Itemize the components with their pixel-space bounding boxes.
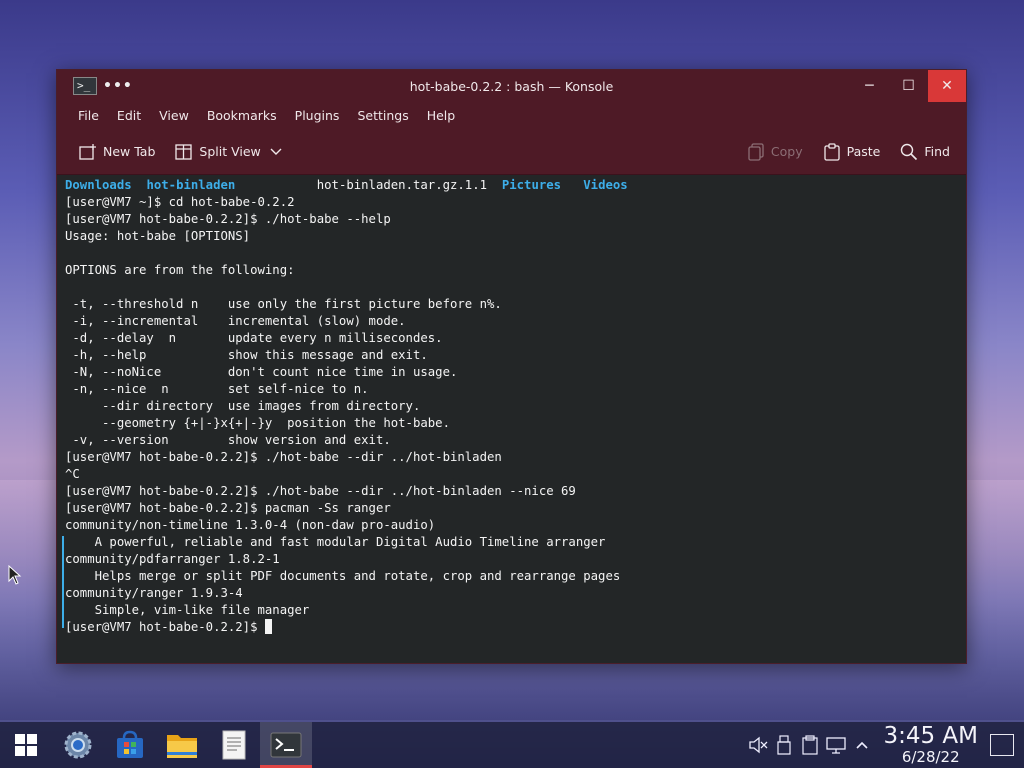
ls-dir-hot-binladen: hot-binladen <box>146 178 236 192</box>
terminal-line: [user@VM7 hot-babe-0.2.2]$ ./hot-babe --… <box>65 450 502 464</box>
ls-dir-videos: Videos <box>583 178 628 192</box>
copy-icon <box>748 142 764 161</box>
discover-store-icon <box>117 730 143 758</box>
menu-bar: File Edit View Bookmarks Plugins Setting… <box>57 102 966 129</box>
taskbar-konsole[interactable] <box>260 722 312 768</box>
new-tab-icon <box>79 143 96 160</box>
find-label: Find <box>924 144 950 159</box>
maximize-button[interactable]: ☐ <box>889 70 928 102</box>
taskbar: 3:45 AM 6/28/22 <box>0 722 1024 768</box>
menu-help[interactable]: Help <box>418 104 465 127</box>
paste-label: Paste <box>846 144 881 159</box>
terminal-line: -i, --incremental incremental (slow) mod… <box>65 314 406 328</box>
paste-button[interactable]: Paste <box>819 139 885 165</box>
terminal-line: -N, --noNice don't count nice time in us… <box>65 365 458 379</box>
menu-view[interactable]: View <box>150 104 198 127</box>
ls-dir-downloads: Downloads <box>65 178 132 192</box>
removable-device-icon[interactable] <box>773 734 795 756</box>
taskbar-text-editor[interactable] <box>208 722 260 768</box>
taskbar-file-manager[interactable] <box>156 722 208 768</box>
windows-start-icon <box>15 734 37 756</box>
konsole-app-icon[interactable]: >_ <box>73 77 97 95</box>
terminal-line: A powerful, reliable and fast modular Di… <box>65 535 606 549</box>
terminal-line: -t, --threshold n use only the first pic… <box>65 297 502 311</box>
terminal-line: ^C <box>65 467 80 481</box>
terminal-line: community/non-timeline 1.3.0-4 (non-daw … <box>65 518 436 532</box>
clock-date: 6/28/22 <box>901 748 960 766</box>
terminal-line: [user@VM7 hot-babe-0.2.2]$ pacman -Ss ra… <box>65 501 391 515</box>
system-tray: 3:45 AM 6/28/22 <box>745 722 1024 768</box>
search-icon <box>901 143 918 160</box>
ls-dir-pictures: Pictures <box>501 178 562 192</box>
ls-output-line: Downloads hot-binladen hot-binladen.tar.… <box>65 177 958 194</box>
taskbar-discover[interactable] <box>104 722 156 768</box>
chevron-down-icon <box>270 148 282 155</box>
clipboard-icon[interactable] <box>799 734 821 756</box>
terminal-icon <box>270 732 302 758</box>
new-tab-button[interactable]: New Tab <box>75 140 159 164</box>
terminal-line: Usage: hot-babe [OPTIONS] <box>65 229 251 243</box>
close-button[interactable]: ✕ <box>928 70 966 102</box>
terminal-line: OPTIONS are from the following: <box>65 263 295 277</box>
prompt-line: [user@VM7 hot-babe-0.2.2]$ <box>65 619 958 636</box>
terminal-line: --geometry {+|-}x{+|-}y position the hot… <box>65 416 450 430</box>
chevron-up-icon[interactable] <box>851 734 873 756</box>
folder-icon <box>167 735 197 758</box>
split-view-label: Split View <box>199 144 261 159</box>
konsole-window: >_ ••• hot-babe-0.2.2 : bash — Konsole ─… <box>56 69 967 664</box>
terminal-line: --dir directory use images from director… <box>65 399 421 413</box>
terminal-line: community/pdfarranger 1.8.2-1 <box>65 552 280 566</box>
digital-clock[interactable]: 3:45 AM 6/28/22 <box>883 724 978 766</box>
terminal-line: community/ranger 1.9.3-4 <box>65 586 243 600</box>
toolbar: New Tab Split View Copy Paste Find <box>57 129 966 175</box>
terminal-line: [user@VM7 hot-babe-0.2.2]$ ./hot-babe --… <box>65 212 391 226</box>
paste-icon <box>823 142 840 161</box>
menu-plugins[interactable]: Plugins <box>286 104 349 127</box>
menu-file[interactable]: File <box>69 104 108 127</box>
shell-prompt: [user@VM7 hot-babe-0.2.2]$ <box>65 620 265 634</box>
copy-label: Copy <box>770 144 803 159</box>
clock-time: 3:45 AM <box>883 723 978 749</box>
taskbar-settings[interactable] <box>52 722 104 768</box>
mouse-cursor-icon <box>8 565 22 585</box>
settings-gear-icon <box>64 731 92 759</box>
terminal-line: -h, --help show this message and exit. <box>65 348 428 362</box>
document-icon <box>222 730 246 760</box>
minimize-button[interactable]: ─ <box>850 70 889 102</box>
scroll-marker <box>62 536 64 628</box>
terminal-line: [user@VM7 ~]$ cd hot-babe-0.2.2 <box>65 195 295 209</box>
network-icon[interactable] <box>825 734 847 756</box>
new-tab-label: New Tab <box>103 144 156 159</box>
terminal-line: -d, --delay n update every n millisecond… <box>65 331 443 345</box>
text-cursor <box>264 619 272 634</box>
menu-settings[interactable]: Settings <box>348 104 417 127</box>
terminal-line: -v, --version show version and exit. <box>65 433 391 447</box>
split-view-button[interactable]: Split View <box>171 140 292 164</box>
title-bar[interactable]: >_ ••• hot-babe-0.2.2 : bash — Konsole ─… <box>57 70 966 102</box>
terminal-line: Helps merge or split PDF documents and r… <box>65 569 621 583</box>
find-button[interactable]: Find <box>896 139 954 165</box>
volume-muted-icon[interactable] <box>747 734 769 756</box>
show-desktop-button[interactable] <box>990 734 1014 756</box>
more-options-icon[interactable]: ••• <box>103 78 133 94</box>
window-title: hot-babe-0.2.2 : bash — Konsole <box>409 78 614 94</box>
menu-bookmarks[interactable]: Bookmarks <box>198 104 286 127</box>
terminal-view[interactable]: Downloads hot-binladen hot-binladen.tar.… <box>57 175 966 663</box>
terminal-line: Simple, vim-like file manager <box>65 603 310 617</box>
split-view-icon <box>175 143 193 160</box>
menu-edit[interactable]: Edit <box>108 104 150 127</box>
start-menu-button[interactable] <box>0 722 52 768</box>
ls-file-tarball: hot-binladen.tar.gz.1.1 <box>316 178 488 192</box>
terminal-line: -n, --nice n set self-nice to n. <box>65 382 369 396</box>
copy-button[interactable]: Copy <box>743 139 807 165</box>
terminal-line: [user@VM7 hot-babe-0.2.2]$ ./hot-babe --… <box>65 484 576 498</box>
